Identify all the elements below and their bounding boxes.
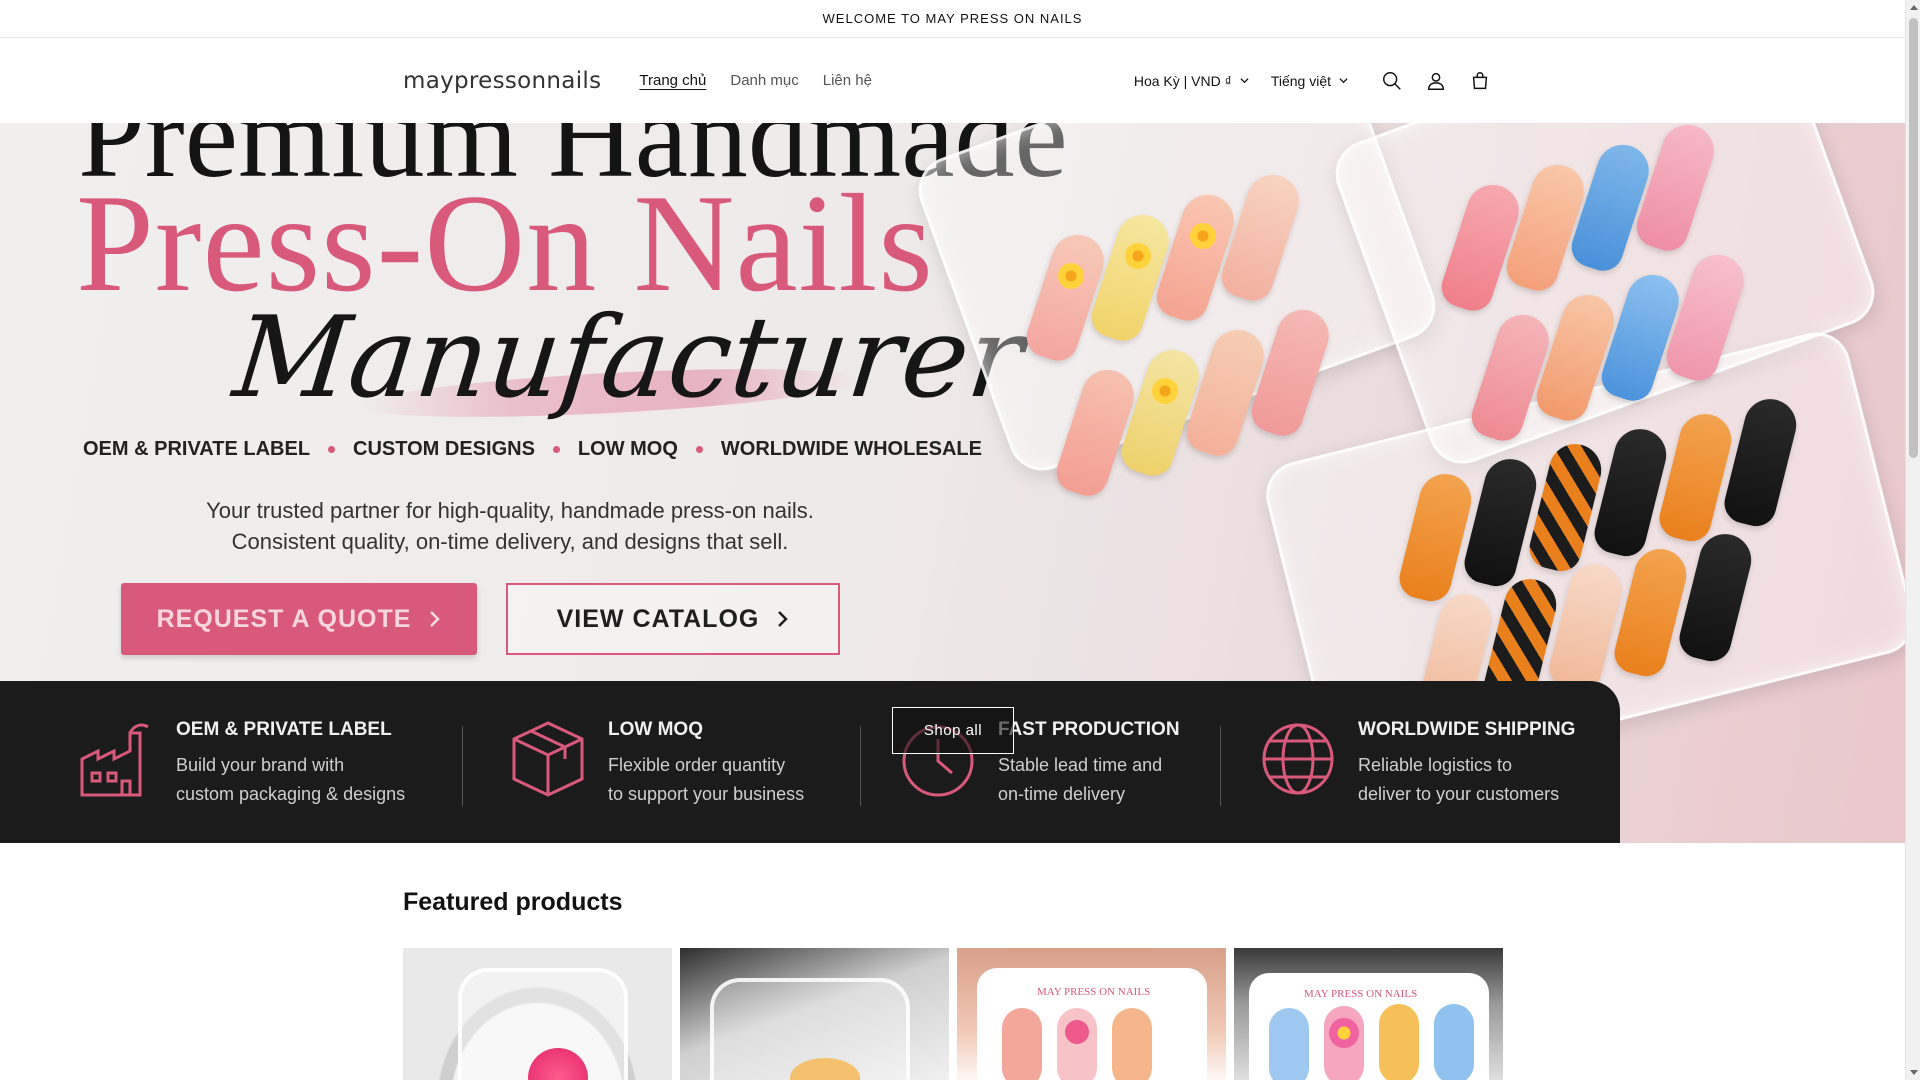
- language-label: Tiếng việt: [1270, 72, 1331, 89]
- nail: [1269, 1008, 1309, 1080]
- box-icon: [512, 721, 584, 797]
- site-header: maypressonnails Trang chủ Danh mục Liên …: [0, 38, 1905, 123]
- request-quote-label: REQUEST A QUOTE: [156, 604, 412, 633]
- chevron-right-icon: [778, 611, 789, 627]
- cart-icon: [1472, 71, 1488, 89]
- nail: [1379, 1004, 1419, 1080]
- hero-tag: LOW MOQ: [577, 438, 678, 460]
- divider: [860, 726, 861, 806]
- featured-products-title: Featured products: [403, 888, 623, 916]
- hero-tags: OEM & PRIVATE LABEL CUSTOM DESIGNS LOW M…: [83, 438, 982, 461]
- view-catalog-label: VIEW CATALOG: [556, 604, 760, 633]
- feature-oem: OEM & PRIVATE LABEL Build your brand wit…: [78, 719, 405, 809]
- country-currency-label: Hoa Kỳ | VND ₫: [1133, 72, 1232, 89]
- feature-desc: Reliable logistics to: [1358, 755, 1513, 775]
- page: WELCOME TO MAY PRESS ON NAILS maypresson…: [0, 0, 1905, 1080]
- hero-nail-image: [909, 123, 1905, 791]
- product-card-brand: MAY PRESS ON NAILS: [1037, 986, 1151, 998]
- flower-decoration: [1065, 1020, 1089, 1044]
- nav-link-contact[interactable]: Liên hệ: [823, 72, 872, 89]
- divider: [1220, 726, 1221, 806]
- flower-decoration: [1329, 1018, 1359, 1048]
- flower-decoration: [1152, 378, 1178, 404]
- feature-title: WORLDWIDE SHIPPING: [1358, 719, 1576, 740]
- language-selector[interactable]: Tiếng việt: [1271, 73, 1348, 89]
- feature-desc: on-time delivery: [998, 784, 1126, 804]
- main-nav: Trang chủ Danh mục Liên hệ: [639, 72, 872, 89]
- announcement-bar: WELCOME TO MAY PRESS ON NAILS: [0, 0, 1905, 38]
- scroll-down-arrow-icon[interactable]: [1910, 1070, 1918, 1075]
- feature-title: OEM & PRIVATE LABEL: [176, 719, 392, 740]
- country-currency-selector[interactable]: Hoa Kỳ | VND ₫: [1134, 73, 1249, 89]
- chevron-right-icon: [430, 611, 441, 627]
- announcement-text: WELCOME TO MAY PRESS ON NAILS: [822, 11, 1083, 26]
- flower-decoration: [1058, 263, 1084, 289]
- scroll-thumb[interactable]: [1909, 18, 1918, 458]
- bullet-dot: [552, 446, 560, 453]
- feature-low-moq: LOW MOQ Flexible order quantity to suppo…: [510, 719, 804, 809]
- bullet-dot: [695, 446, 703, 453]
- feature-title: FAST PRODUCTION: [998, 719, 1180, 740]
- feature-desc: to support your business: [608, 784, 805, 804]
- product-card[interactable]: MAY PRESS ON NAILS: [957, 948, 1226, 1080]
- flower-decoration: [1125, 243, 1151, 269]
- nail: [1112, 1008, 1152, 1080]
- chevron-down-icon: [1339, 78, 1348, 84]
- nav-link-catalog[interactable]: Danh mục: [730, 72, 798, 89]
- feature-strip: OEM & PRIVATE LABEL Build your brand wit…: [0, 681, 1620, 843]
- flower-decoration: [1190, 223, 1216, 249]
- hero-tag: OEM & PRIVATE LABEL: [83, 438, 311, 460]
- product-grid: MAY PRESS ON NAILS MAY PRESS ON NAILS: [403, 948, 1503, 1080]
- feature-desc: Flexible order quantity: [608, 755, 786, 775]
- globe-icon: [1262, 723, 1334, 795]
- factory-icon: [80, 723, 149, 797]
- nav-link-home[interactable]: Trang chủ: [639, 72, 706, 89]
- site-logo[interactable]: maypressonnails: [403, 68, 601, 94]
- search-button[interactable]: [1370, 59, 1414, 103]
- hero-subtitle-line: Consistent quality, on-time delivery, an…: [231, 529, 789, 554]
- feature-worldwide-shipping: WORLDWIDE SHIPPING Reliable logistics to…: [1260, 719, 1575, 809]
- view-catalog-button[interactable]: VIEW CATALOG: [506, 583, 840, 655]
- account-icon: [1427, 72, 1445, 90]
- chevron-down-icon: [1240, 78, 1249, 84]
- shop-all-button[interactable]: Shop all: [892, 707, 1014, 754]
- page-scrollbar[interactable]: [1905, 0, 1920, 1080]
- divider: [462, 726, 463, 806]
- product-card-brand: MAY PRESS ON NAILS: [1304, 988, 1418, 1000]
- feature-title: LOW MOQ: [608, 719, 703, 740]
- nail: [1002, 1008, 1042, 1080]
- scroll-up-arrow-icon[interactable]: [1910, 5, 1918, 10]
- hero-subtitle-line: Your trusted partner for high-quality, h…: [206, 498, 814, 523]
- bullet-dot: [328, 446, 336, 453]
- product-card[interactable]: MAY PRESS ON NAILS: [1234, 948, 1503, 1080]
- feature-desc: custom packaging & designs: [176, 784, 406, 804]
- nail: [1434, 1004, 1474, 1080]
- cart-button[interactable]: [1458, 59, 1502, 103]
- hero-tag: CUSTOM DESIGNS: [353, 438, 535, 460]
- request-quote-button[interactable]: REQUEST A QUOTE: [121, 583, 477, 655]
- product-card[interactable]: [680, 948, 949, 1080]
- feature-desc: Stable lead time and: [998, 755, 1163, 775]
- search-icon: [1383, 71, 1401, 90]
- nail: [1057, 1008, 1097, 1080]
- header-actions: Hoa Kỳ | VND ₫ Tiếng việt: [1134, 59, 1502, 103]
- account-button[interactable]: [1414, 59, 1458, 103]
- feature-desc: Build your brand with: [176, 755, 345, 775]
- product-card[interactable]: [403, 948, 672, 1080]
- feature-desc: deliver to your customers: [1358, 784, 1560, 804]
- hero-script-title: Manufacturer: [228, 293, 1030, 423]
- hero-subtitle: Your trusted partner for high-quality, h…: [85, 495, 935, 557]
